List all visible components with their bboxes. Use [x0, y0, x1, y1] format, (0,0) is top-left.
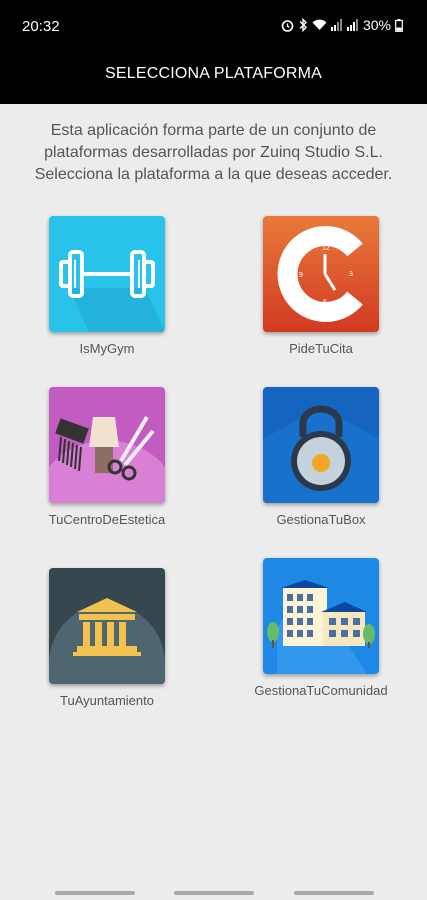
signal-icon	[346, 19, 359, 31]
platform-pidetucita[interactable]: 12 3 6 9 PideTuCita	[241, 216, 401, 358]
platform-label: GestionaTuComunidad	[254, 683, 388, 698]
navigation-bar	[0, 876, 427, 900]
platform-gestionatubox[interactable]: GestionaTuBox	[241, 387, 401, 529]
clock-icon: 12 3 6 9	[263, 216, 379, 332]
kettlebell-icon	[263, 387, 379, 503]
platform-ismygym[interactable]: IsMyGym	[27, 216, 187, 358]
bluetooth-icon	[298, 18, 308, 32]
building-icon	[263, 558, 379, 674]
battery-level: 30%	[362, 17, 391, 33]
townhall-icon	[49, 568, 165, 684]
page-title: SELECCIONA PLATAFORMA	[105, 65, 322, 82]
platform-gestionatucomunidad[interactable]: GestionaTuComunidad	[241, 558, 401, 700]
svg-text:12: 12	[322, 245, 330, 252]
beauty-tools-icon	[49, 387, 165, 503]
nav-recents-button[interactable]	[294, 891, 374, 895]
wifi-icon	[312, 19, 327, 31]
platform-label: PideTuCita	[289, 341, 353, 356]
platform-tucentrodeestetica[interactable]: TuCentroDeEstetica	[27, 387, 187, 529]
svg-text:6: 6	[323, 299, 327, 306]
platform-label: TuAyuntamiento	[60, 693, 154, 708]
status-bar: 20:32 30%	[0, 0, 427, 56]
status-time: 20:32	[22, 18, 60, 35]
platform-label: TuCentroDeEstetica	[48, 512, 166, 527]
app-bar: SELECCIONA PLATAFORMA	[0, 56, 427, 104]
platform-label: IsMyGym	[79, 341, 135, 356]
platform-label: GestionaTuBox	[276, 512, 366, 527]
svg-text:3: 3	[349, 271, 353, 278]
status-icons: 30%	[281, 17, 403, 33]
dumbbell-icon	[49, 216, 165, 332]
intro-text: Esta aplicación forma parte de un conjun…	[34, 122, 393, 183]
nav-home-button[interactable]	[174, 891, 254, 895]
platform-tuayuntamiento[interactable]: TuAyuntamiento	[27, 568, 187, 710]
nav-back-button[interactable]	[55, 891, 135, 895]
alarm-icon	[281, 19, 294, 32]
signal-icon	[330, 19, 343, 31]
battery-icon	[395, 18, 403, 32]
svg-text:9: 9	[299, 272, 303, 279]
